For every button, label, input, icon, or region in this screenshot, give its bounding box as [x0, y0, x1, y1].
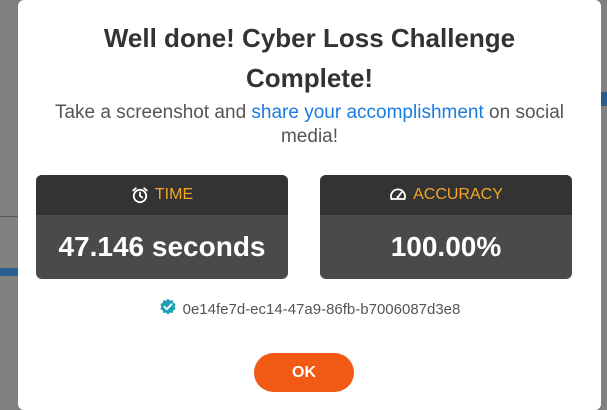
- ok-button[interactable]: OK: [254, 353, 354, 392]
- time-stat-header: TIME: [36, 175, 288, 215]
- background-divider: [0, 216, 18, 217]
- accuracy-stat-value: 100.00%: [390, 231, 502, 262]
- background-accent-bar-right: [601, 92, 607, 106]
- verified-badge-icon: [159, 298, 177, 320]
- verification-id-row: 0e14fe7d-ec14-47a9-86fb-b7006087d3e8: [18, 298, 601, 320]
- modal-title: Well done! Cyber Loss Challenge Complete…: [103, 23, 516, 93]
- challenge-complete-modal: Well done! Cyber Loss Challenge Complete…: [18, 0, 601, 410]
- accuracy-stat-label: ACCURACY: [413, 186, 503, 203]
- background-page-right: [601, 0, 607, 410]
- background-page-left: [0, 0, 18, 410]
- accuracy-stat-card: ACCURACY 100.00%: [320, 175, 572, 279]
- background-accent-bar: [0, 268, 18, 276]
- accuracy-stat-header: ACCURACY: [320, 175, 572, 215]
- share-accomplishment-link[interactable]: share your accomplishment: [251, 102, 483, 123]
- time-stat-value: 47.146 seconds: [58, 231, 266, 262]
- alarm-clock-icon: [131, 186, 149, 204]
- subtitle-text-before: Take a screenshot and: [54, 102, 252, 123]
- time-stat-label: TIME: [154, 186, 194, 203]
- modal-subtitle: Take a screenshot and share your accompl…: [18, 101, 601, 149]
- gauge-icon: [389, 186, 407, 204]
- time-stat-card: TIME 47.146 seconds: [36, 175, 288, 279]
- verification-id: 0e14fe7d-ec14-47a9-86fb-b7006087d3e8: [182, 300, 461, 318]
